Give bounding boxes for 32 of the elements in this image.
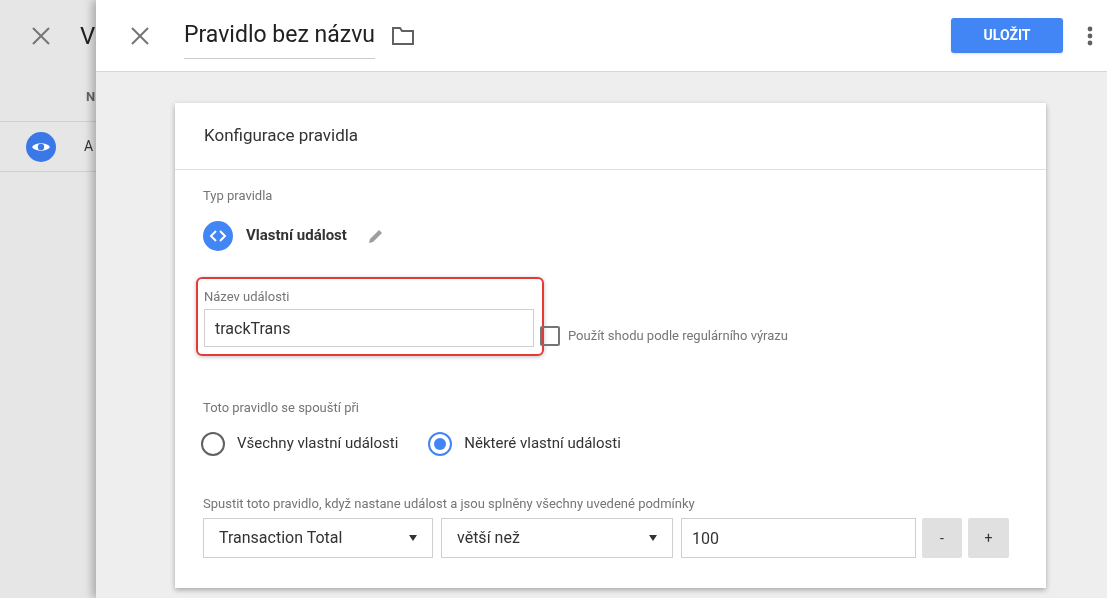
operator-dropdown[interactable]: větší než <box>441 518 673 558</box>
save-button[interactable]: ULOŽIT <box>951 18 1063 53</box>
panel-title: V <box>80 21 96 52</box>
field-label: Název události <box>204 287 291 306</box>
dropdown-icon <box>409 535 417 541</box>
remove-button[interactable]: - <box>922 518 962 558</box>
close-icon[interactable] <box>130 25 150 46</box>
variable-dropdown[interactable]: Transaction Total <box>203 518 433 558</box>
radio-button[interactable] <box>201 431 225 456</box>
field-label: Spustit toto pravidlo, když nastane událost a jsou splněny všechny uvedené podmínky <box>203 494 696 513</box>
rule-name-field[interactable]: Pravidlo bez názvu <box>184 17 375 60</box>
eye-icon <box>26 131 56 162</box>
add-button[interactable]: + <box>968 518 1009 558</box>
value-field[interactable]: 100 <box>681 518 916 558</box>
pencil-icon[interactable] <box>367 227 384 244</box>
card-title: Konfigurace pravidla <box>204 124 359 148</box>
column-header: N <box>86 87 96 106</box>
more-icon[interactable] <box>1087 25 1093 46</box>
checkbox-label: Použít shodu podle regulárního výrazu <box>568 327 788 346</box>
event-name-field[interactable]: trackTrans <box>204 309 534 347</box>
checkbox[interactable] <box>540 326 560 346</box>
folder-icon[interactable] <box>391 25 415 46</box>
row-text: A <box>84 137 94 156</box>
radio-label: Všechny vlastní události <box>237 433 399 455</box>
field-label: Typ pravidla <box>203 187 274 205</box>
close-icon[interactable] <box>30 25 52 47</box>
radio-button[interactable] <box>428 431 453 456</box>
code-icon <box>203 220 233 251</box>
radio-label: Některé vlastní události <box>464 433 621 455</box>
field-label: Toto pravidlo se spouští při <box>203 399 360 417</box>
rule-type: Vlastní událost <box>246 225 347 247</box>
dropdown-icon <box>649 535 657 541</box>
